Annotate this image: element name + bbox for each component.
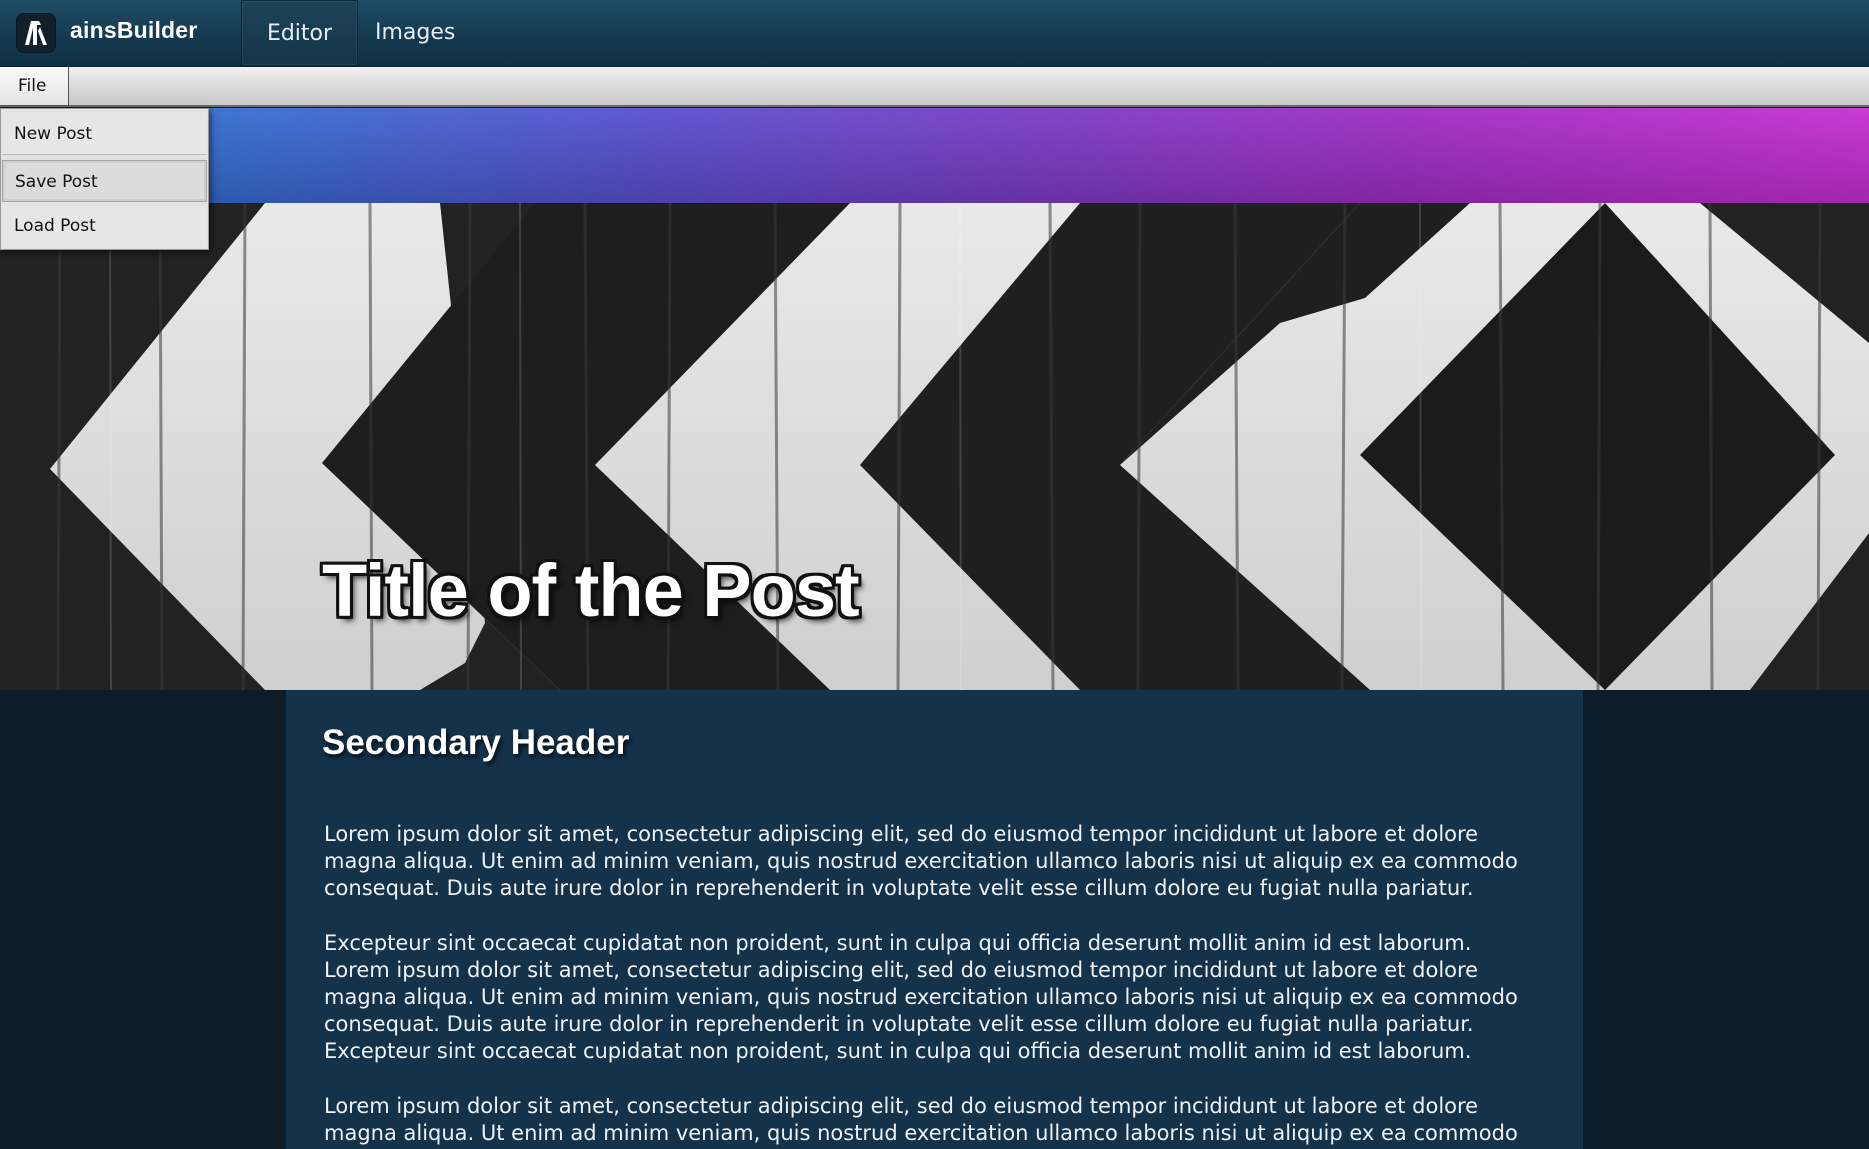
file-menu-button[interactable]: File [0,67,69,106]
post-title[interactable]: Title of the Post [322,548,860,633]
paragraph-line: magna aliqua. Ut enim ad minim veniam, q… [324,849,1518,873]
menu-bar: File [0,67,1869,107]
paragraph-line: Lorem ipsum dolor sit amet, consectetur … [324,822,1479,846]
menu-item-new-post[interactable]: New Post [2,113,207,155]
paragraph-line: magna aliqua. Ut enim ad minim veniam, q… [324,1121,1518,1145]
post-content: Secondary Header Lorem ipsum dolor sit a… [286,690,1583,1149]
paragraph-line: Lorem ipsum dolor sit amet, consectetur … [324,958,1479,982]
a-logo-icon[interactable] [16,13,56,53]
paragraph-line: Excepteur sint occaecat cupidatat non pr… [324,931,1472,955]
app-name[interactable]: ainsBuilder [70,17,197,44]
tab-images[interactable]: Images [349,0,481,66]
paragraph[interactable]: Lorem ipsum dolor sit amet, consectetur … [324,1093,1554,1147]
menu-item-load-post[interactable]: Load Post [2,205,207,247]
top-navbar: ainsBuilder Editor Images [0,0,1869,67]
menu-item-save-post[interactable]: Save Post [2,160,207,202]
paragraph-line: Excepteur sint occaecat cupidatat non pr… [324,1039,1472,1063]
paragraph-line: consequat. Duis aute irure dolor in repr… [324,1012,1474,1036]
file-dropdown-menu: New Post Save Post Load Post [0,108,209,250]
paragraph[interactable]: Lorem ipsum dolor sit amet, consectetur … [324,821,1554,902]
paragraph[interactable]: Excepteur sint occaecat cupidatat non pr… [324,930,1554,1065]
paragraph-line: magna aliqua. Ut enim ad minim veniam, q… [324,985,1518,1009]
paragraph-line: consequat. Duis aute irure dolor in repr… [324,876,1474,900]
hero-image [0,203,1869,690]
secondary-header[interactable]: Secondary Header [322,723,629,763]
gradient-banner [0,108,1869,203]
chevron-pattern-image [0,203,1869,690]
tab-editor[interactable]: Editor [241,0,358,66]
paragraph-line: Lorem ipsum dolor sit amet, consectetur … [324,1094,1479,1118]
